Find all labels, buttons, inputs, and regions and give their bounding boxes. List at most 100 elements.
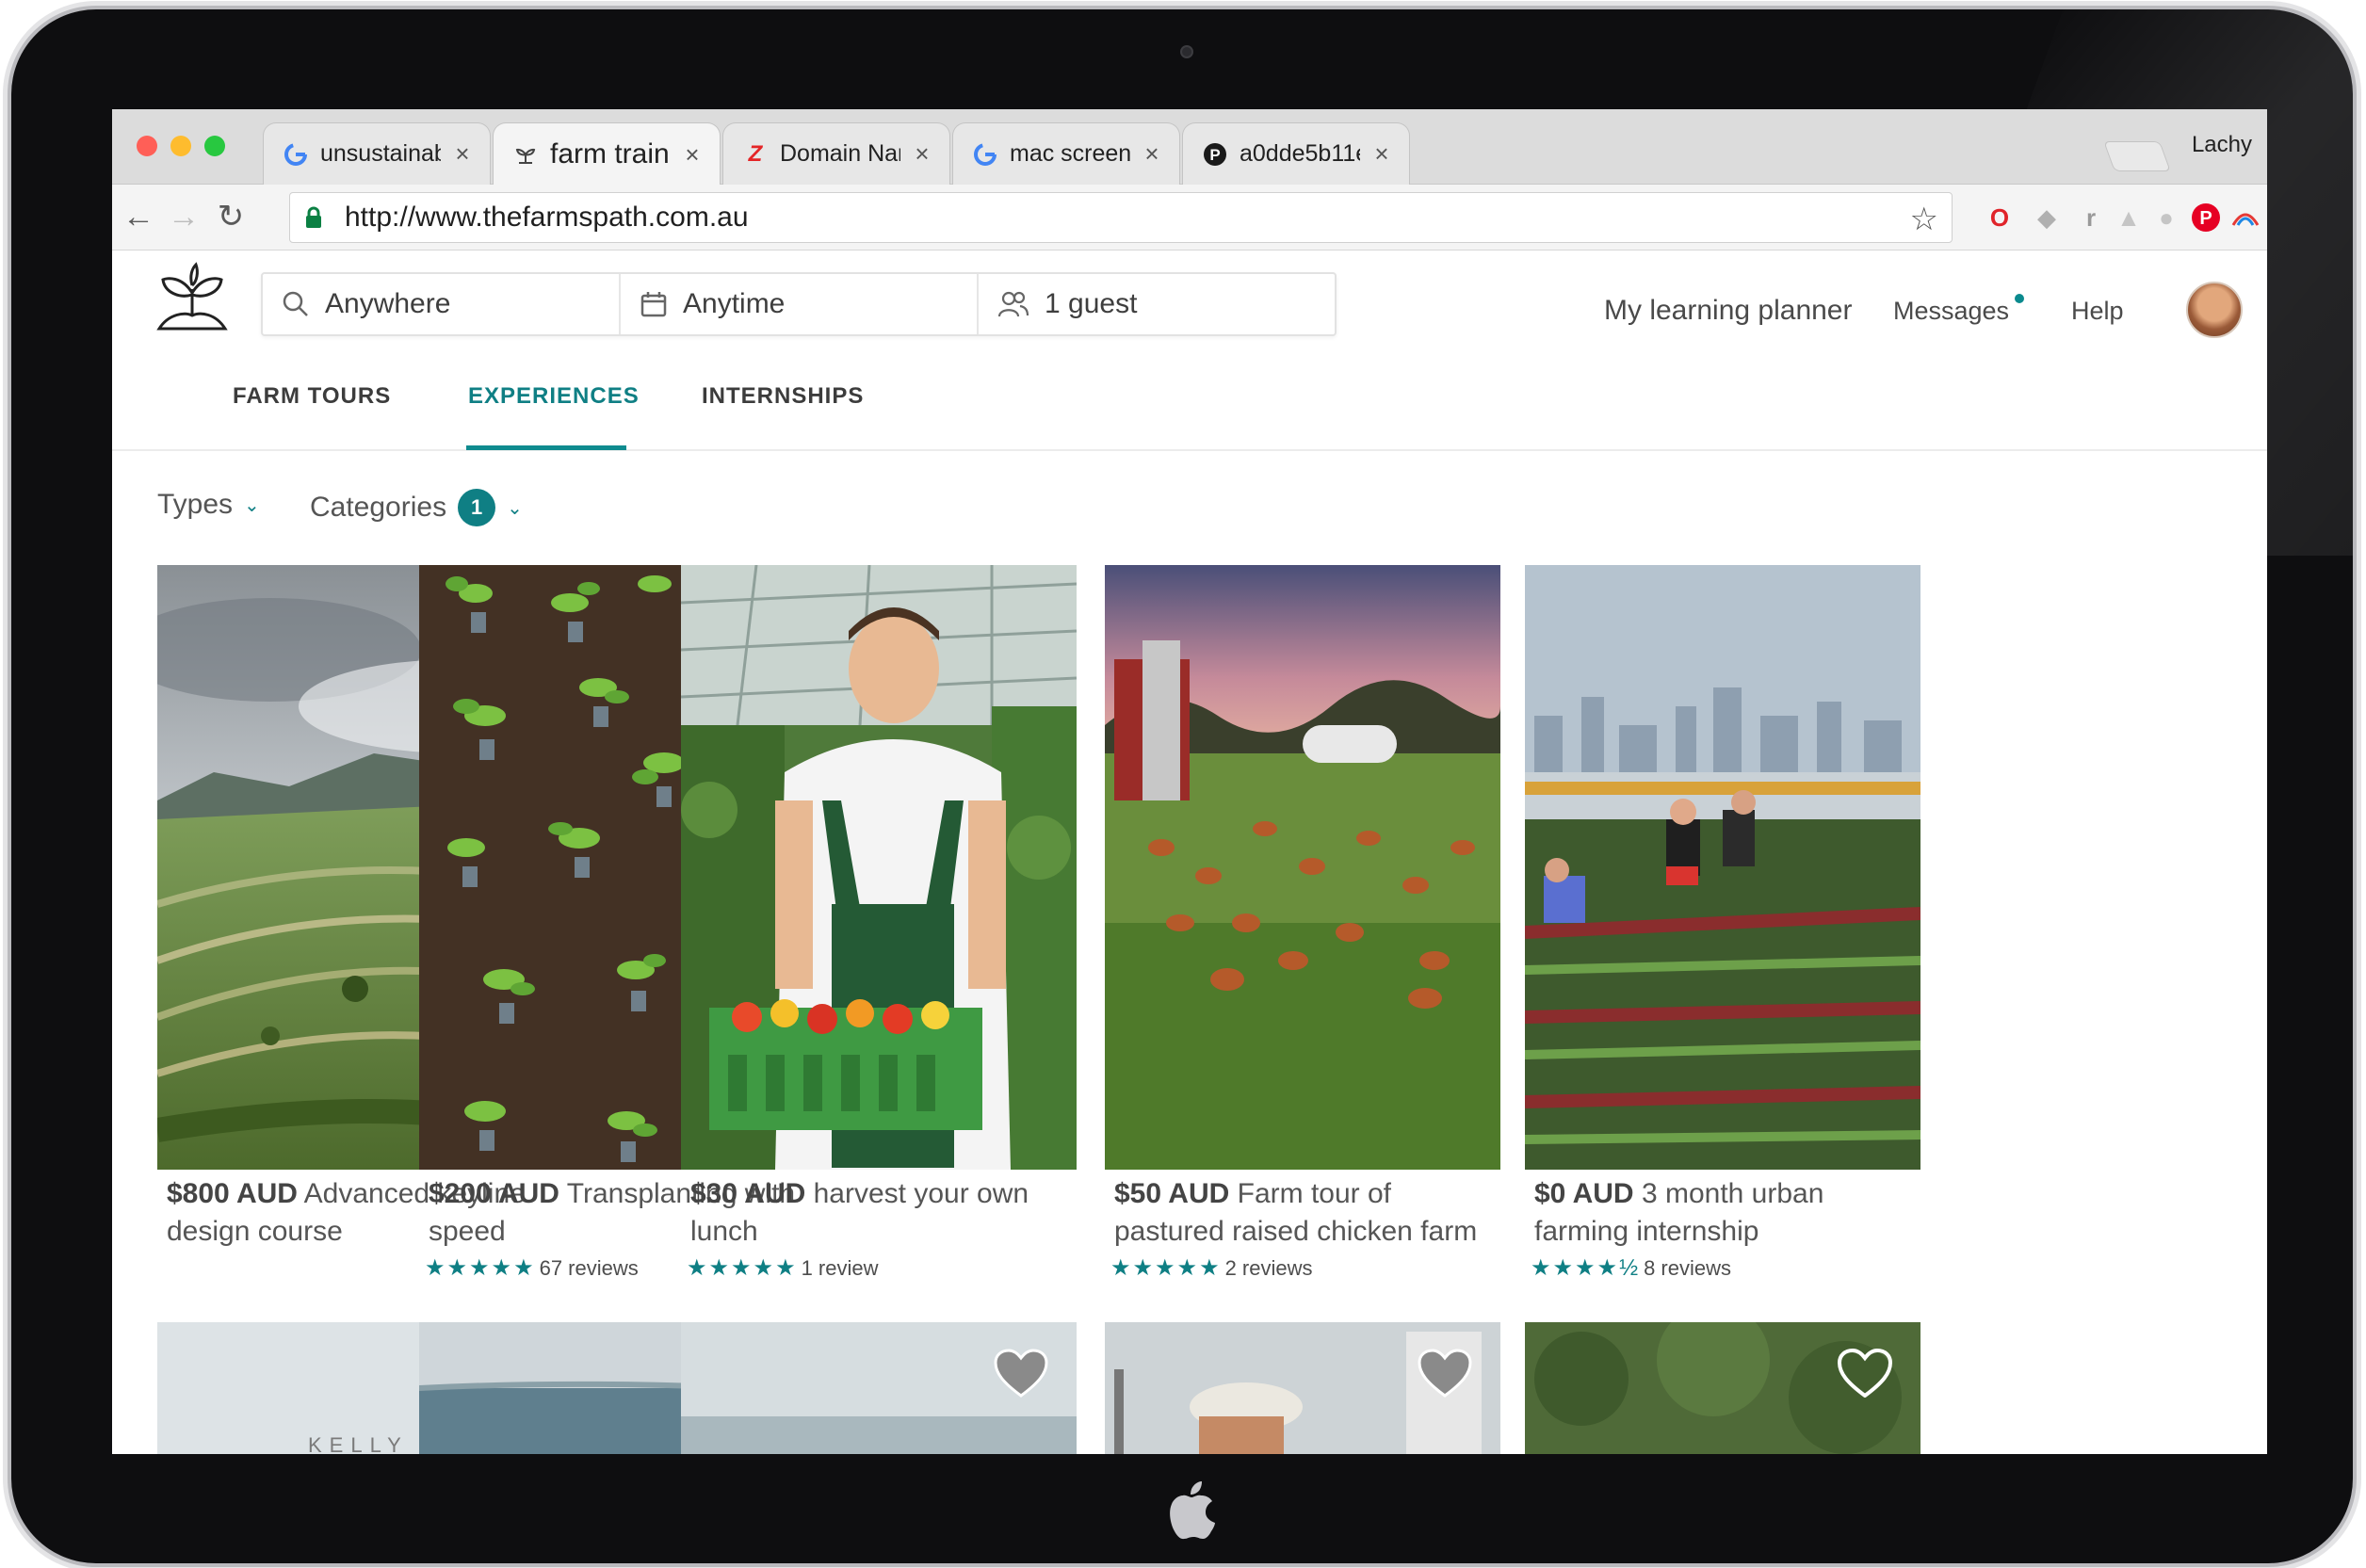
tab-farm-training[interactable]: farm training × bbox=[493, 122, 721, 186]
favorite-heart-icon[interactable] bbox=[1418, 1349, 1472, 1398]
farmspath-logo[interactable] bbox=[154, 261, 231, 334]
guests-value: 1 guest bbox=[1045, 288, 1138, 319]
close-icon[interactable]: × bbox=[682, 140, 703, 170]
google-icon bbox=[972, 141, 998, 168]
learning-planner-link[interactable]: My learning planner bbox=[1604, 295, 1852, 327]
tab-pinterest-image[interactable]: P a0dde5b11eea36fc21ea × bbox=[1182, 122, 1410, 185]
search-icon bbox=[283, 291, 308, 316]
close-icon[interactable]: × bbox=[1371, 139, 1392, 169]
calendar-icon bbox=[640, 292, 667, 317]
url-text: http://www.thefarmspath.com.au bbox=[345, 202, 749, 233]
close-icon[interactable]: × bbox=[452, 139, 473, 169]
tab-strip: unsustainable agricultur × farm training… bbox=[112, 109, 2267, 186]
browser-window: unsustainable agricultur × farm training… bbox=[112, 109, 2267, 1454]
date-field[interactable]: Anytime bbox=[621, 274, 979, 334]
drive-icon[interactable]: ▲ bbox=[2111, 200, 2147, 235]
help-link[interactable]: Help bbox=[2071, 297, 2124, 326]
reload-icon[interactable]: ↻ bbox=[210, 196, 251, 237]
favorite-heart-icon[interactable] bbox=[1838, 1349, 1892, 1398]
tab-title: unsustainable agricultur bbox=[320, 140, 441, 167]
listing-rating: ★★★★★ 2 reviews bbox=[1105, 1254, 1500, 1282]
listing-title: $30 AUD harvest your own lunch bbox=[681, 1175, 1077, 1251]
profile-name[interactable]: Lachy bbox=[2192, 132, 2252, 158]
listing-rating: ★★★★★ 1 review bbox=[681, 1254, 1077, 1282]
favorite-heart-icon[interactable] bbox=[994, 1349, 1048, 1398]
tab-experiences[interactable]: EXPERIENCES bbox=[468, 383, 640, 410]
listing-card[interactable]: $30 AUD harvest your own lunch ★★★★★ 1 r… bbox=[681, 565, 1077, 1282]
svg-text:P: P bbox=[1209, 146, 1220, 164]
svg-text:P: P bbox=[2199, 208, 2212, 229]
messages-link[interactable]: Messages bbox=[1893, 297, 2009, 326]
extension-eye-icon[interactable]: ● bbox=[2148, 200, 2184, 235]
close-icon[interactable]: × bbox=[1142, 139, 1162, 169]
dropbox-icon[interactable]: ◆ bbox=[2029, 200, 2065, 235]
forward-icon[interactable]: → bbox=[163, 196, 204, 237]
guests-field[interactable]: 1 guest bbox=[979, 274, 1335, 334]
category-tabs: FARM TOURS EXPERIENCES INTERNSHIPS bbox=[112, 342, 2267, 451]
listing-price: $200 AUD bbox=[429, 1178, 559, 1209]
close-window-button[interactable] bbox=[137, 136, 157, 156]
listing-price: $30 AUD bbox=[690, 1178, 806, 1209]
review-count[interactable]: 8 reviews bbox=[1644, 1256, 1731, 1281]
extension-r-icon[interactable]: r bbox=[2073, 200, 2109, 235]
tab-title: farm training bbox=[550, 138, 671, 170]
new-tab-button[interactable] bbox=[2103, 141, 2171, 171]
site-header: Anywhere Anytime 1 guest My learning pla… bbox=[112, 251, 2267, 342]
listing-card[interactable]: $0 AUD 3 month urban farming internship … bbox=[1525, 565, 1920, 1282]
listing-price: $800 AUD bbox=[167, 1178, 298, 1209]
tab-unsustainable-agriculture[interactable]: unsustainable agricultur × bbox=[263, 122, 491, 185]
pinterest-icon[interactable]: P bbox=[2188, 200, 2224, 235]
review-count[interactable]: 1 review bbox=[802, 1256, 879, 1281]
tab-title: Domain Name Search ar bbox=[780, 140, 900, 167]
listing-photo-chicken-farm[interactable] bbox=[1105, 565, 1500, 1170]
zoom-window-button[interactable] bbox=[204, 136, 225, 156]
tab-domain-name-search[interactable]: Z Domain Name Search ar × bbox=[722, 122, 950, 185]
categories-filter-label: Categories bbox=[310, 492, 447, 523]
unread-dot bbox=[2015, 294, 2024, 303]
address-bar[interactable]: http://www.thefarmspath.com.au ☆ bbox=[289, 192, 1953, 243]
listing-card-partial[interactable] bbox=[1525, 1322, 1920, 1454]
tab-internships[interactable]: INTERNSHIPS bbox=[702, 383, 864, 410]
camera bbox=[1180, 45, 1193, 58]
location-value: Anywhere bbox=[325, 288, 451, 319]
categories-filter[interactable]: Categories 1 ⌄ bbox=[310, 489, 523, 526]
tab-title: a0dde5b11eea36fc21ea bbox=[1240, 140, 1360, 167]
active-tab-indicator bbox=[466, 445, 626, 450]
review-count[interactable]: 67 reviews bbox=[540, 1256, 639, 1281]
star-rating-icon: ★★★★★ bbox=[687, 1255, 798, 1281]
listing-price: $50 AUD bbox=[1114, 1178, 1230, 1209]
types-filter-label: Types bbox=[157, 489, 234, 520]
tab-mac-screen-vector[interactable]: mac screen vector - Goo × bbox=[952, 122, 1180, 185]
filter-bar: Types ⌄ Categories 1 ⌄ bbox=[112, 453, 2267, 547]
star-rating-icon: ★★★★½ bbox=[1531, 1255, 1641, 1281]
tab-title: mac screen vector - Goo bbox=[1010, 140, 1130, 167]
partial-sign-text: KELLY bbox=[308, 1433, 409, 1454]
menu-kebab-icon[interactable]: ⋮ bbox=[2258, 200, 2267, 235]
chevron-down-icon: ⌄ bbox=[244, 494, 260, 516]
search-bar: Anywhere Anytime 1 guest bbox=[261, 272, 1337, 336]
bookmark-star-icon[interactable]: ☆ bbox=[1910, 201, 1938, 238]
listing-card-partial[interactable] bbox=[1105, 1322, 1500, 1454]
opera-icon[interactable]: O bbox=[1982, 200, 2018, 235]
back-icon[interactable]: ← bbox=[118, 196, 159, 237]
listing-title: $50 AUD Farm tour of pastured raised chi… bbox=[1105, 1175, 1500, 1251]
location-field[interactable]: Anywhere bbox=[263, 274, 621, 334]
laptop-frame: unsustainable agricultur × farm training… bbox=[11, 9, 2353, 1563]
listing-card-partial[interactable] bbox=[681, 1322, 1077, 1454]
close-icon[interactable]: × bbox=[912, 139, 932, 169]
listing-card[interactable]: $50 AUD Farm tour of pastured raised chi… bbox=[1105, 565, 1500, 1282]
listing-photo-urban-farm[interactable] bbox=[1525, 565, 1920, 1170]
avatar[interactable] bbox=[2186, 282, 2243, 338]
apple-logo bbox=[1170, 1481, 1215, 1540]
star-rating-icon: ★★★★★ bbox=[425, 1255, 536, 1281]
listing-photo-farmer-greenhouse[interactable] bbox=[681, 565, 1077, 1170]
farm-icon bbox=[512, 141, 539, 168]
categories-count-badge: 1 bbox=[458, 489, 496, 526]
review-count[interactable]: 2 reviews bbox=[1225, 1256, 1313, 1281]
tab-farm-tours[interactable]: FARM TOURS bbox=[233, 383, 391, 410]
types-filter[interactable]: Types ⌄ bbox=[157, 489, 260, 521]
listing-title: $0 AUD 3 month urban farming internship bbox=[1525, 1175, 1920, 1251]
lock-icon bbox=[303, 206, 324, 229]
minimize-window-button[interactable] bbox=[170, 136, 191, 156]
pinterest-icon: P bbox=[1202, 141, 1228, 168]
